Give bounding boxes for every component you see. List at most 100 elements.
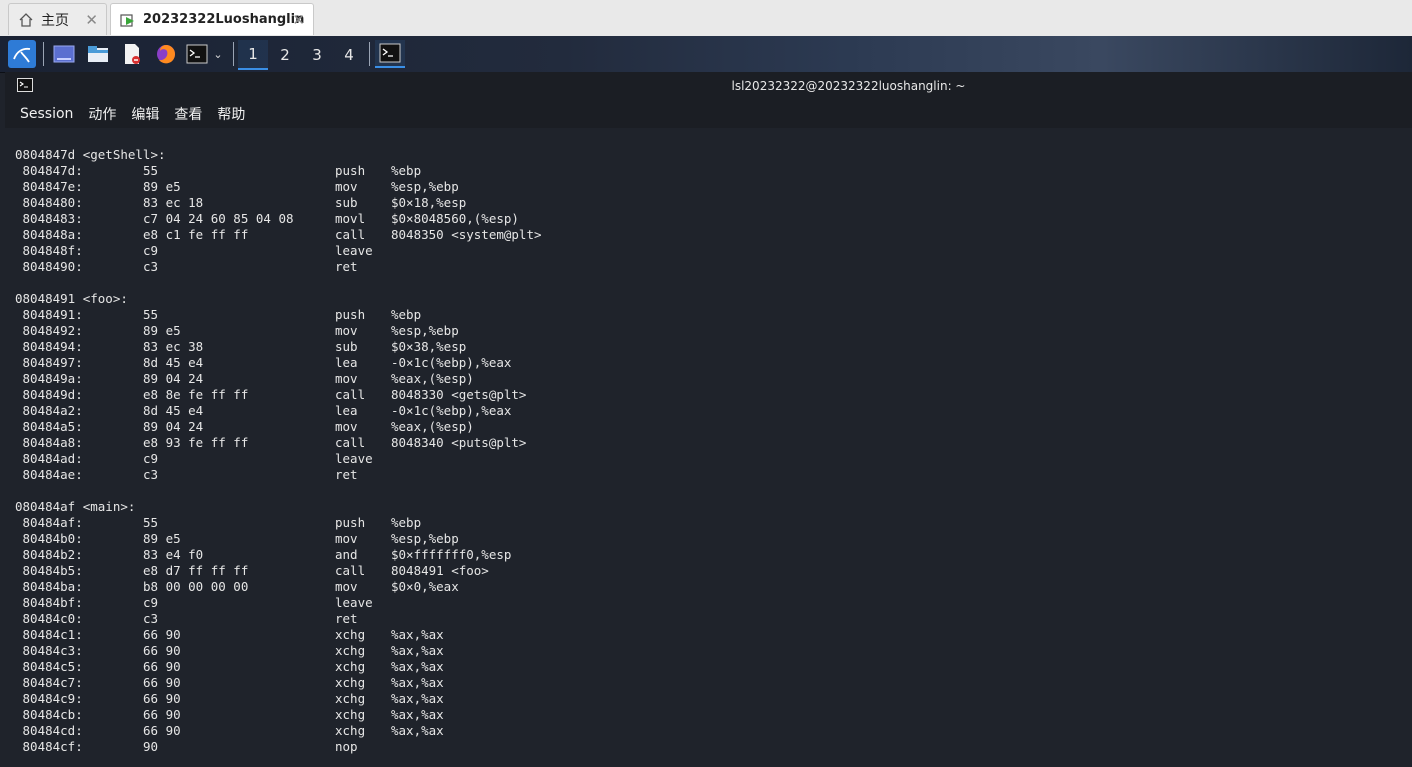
mnemonic: xchg [335, 659, 366, 674]
asm-line: 804847e: 89 e5 mov %esp,%ebp [15, 179, 542, 195]
show-desktop-icon[interactable] [52, 40, 76, 68]
workspace-3[interactable]: 3 [302, 40, 332, 70]
opcode-bytes: 55 [143, 163, 159, 178]
operands: %ebp [391, 307, 422, 322]
kali-menu-icon[interactable] [8, 40, 36, 68]
opcode-bytes: 66 90 [143, 627, 181, 642]
file-manager-icon[interactable] [86, 40, 110, 68]
window-title: lsl20232322@20232322luoshanglin: ~ [731, 79, 966, 93]
opcode-bytes: 89 04 24 [143, 371, 204, 386]
menu-view[interactable]: 查看 [174, 104, 202, 124]
mnemonic: leave [335, 451, 373, 466]
asm-line: 80484c9: 66 90 xchg %ax,%ax [15, 691, 542, 707]
address: 80484ba: [15, 579, 83, 594]
operands: %esp,%ebp [391, 323, 459, 338]
mnemonic: lea [335, 355, 358, 370]
menu-help[interactable]: 帮助 [217, 104, 245, 124]
opcode-bytes: c9 [143, 595, 159, 610]
operands: $0×18,%esp [391, 195, 467, 210]
opcode-bytes: 55 [143, 307, 159, 322]
asm-line: 804849d: e8 8e fe ff ff call 8048330 <gets@… [15, 387, 542, 403]
address: 80484b2: [15, 547, 83, 562]
operands: 8048491 <foo> [391, 563, 489, 578]
asm-line: 80484cd: 66 90 xchg %ax,%ax [15, 723, 542, 739]
text-editor-icon[interactable] [120, 40, 144, 68]
firefox-icon[interactable] [154, 40, 178, 68]
opcode-bytes: 89 04 24 [143, 419, 204, 434]
operands: %ax,%ax [391, 627, 444, 642]
opcode-bytes: 66 90 [143, 691, 181, 706]
opcode-bytes: e8 8e fe ff ff [143, 387, 249, 402]
menu-edit[interactable]: 编辑 [131, 104, 159, 124]
close-icon[interactable]: ✕ [292, 11, 305, 29]
address: 80484c0: [15, 611, 83, 626]
workspace-4[interactable]: 4 [334, 40, 364, 70]
operands: %ax,%ax [391, 707, 444, 722]
address: 804849a: [15, 371, 83, 386]
workspace-1[interactable]: 1 [238, 40, 268, 70]
menu-session[interactable]: Session [20, 106, 73, 122]
operands: %eax,(%esp) [391, 371, 474, 386]
desktop-panel: ⌄ 1 2 3 4 [0, 36, 1412, 73]
opcode-bytes: e8 c1 fe ff ff [143, 227, 249, 242]
mnemonic: ret [335, 259, 358, 274]
opcode-bytes: c3 [143, 467, 159, 482]
operands: %esp,%ebp [391, 531, 459, 546]
address: 80484c7: [15, 675, 83, 690]
address: 80484b5: [15, 563, 83, 578]
address: 8048490: [15, 259, 83, 274]
terminal-body[interactable]: 0804847d <getShell>: 804847d: 55 push %ebp … [5, 128, 1412, 767]
address: 804847d: [15, 163, 83, 178]
tab-home-label: 主页 [41, 12, 69, 29]
vm-icon [119, 11, 137, 29]
mnemonic: sub [335, 339, 358, 354]
asm-line: 80484cb: 66 90 xchg %ax,%ax [15, 707, 542, 723]
asm-line: 80484b0: 89 e5 mov %esp,%ebp [15, 531, 542, 547]
menu-actions[interactable]: 动作 [88, 104, 116, 124]
panel-separator [233, 42, 234, 66]
asm-line: 8048483: c7 04 24 60 85 04 08 movl $0×80485… [15, 211, 542, 227]
opcode-bytes: 8d 45 e4 [143, 403, 204, 418]
asm-line: 804847d: 55 push %ebp [15, 163, 542, 179]
asm-line: 80484c3: 66 90 xchg %ax,%ax [15, 643, 542, 659]
chevron-down-icon[interactable]: ⌄ [210, 40, 226, 68]
asm-line: 80484b5: e8 d7 ff ff ff call 8048491 <foo> [15, 563, 542, 579]
taskbar-terminal-window[interactable] [375, 40, 405, 68]
mnemonic: leave [335, 243, 373, 258]
mnemonic: push [335, 307, 366, 322]
address: 8048491: [15, 307, 83, 322]
mnemonic: nop [335, 739, 358, 754]
window-titlebar[interactable]: lsl20232322@20232322luoshanglin: ~ [5, 72, 1412, 100]
terminal-launcher-icon[interactable] [186, 40, 208, 68]
operands: %ax,%ax [391, 691, 444, 706]
asm-line: 8048494: 83 ec 38 sub $0×38,%esp [15, 339, 542, 355]
operands: %ebp [391, 515, 422, 530]
close-icon[interactable]: ✕ [85, 11, 98, 29]
operands: $0×38,%esp [391, 339, 467, 354]
opcode-bytes: 8d 45 e4 [143, 355, 204, 370]
opcode-bytes: b8 00 00 00 00 [143, 579, 249, 594]
operands: %ax,%ax [391, 723, 444, 738]
opcode-bytes: 66 90 [143, 707, 181, 722]
opcode-bytes: 55 [143, 515, 159, 530]
menu-bar: Session 动作 编辑 查看 帮助 [5, 100, 1412, 128]
address: 804848f: [15, 243, 83, 258]
operands: %ax,%ax [391, 659, 444, 674]
asm-line: 80484a2: 8d 45 e4 lea -0×1c(%ebp),%eax [15, 403, 542, 419]
tab-vm[interactable]: 20232322Luoshanglin ✕ [110, 3, 314, 35]
asm-line: 80484c5: 66 90 xchg %ax,%ax [15, 659, 542, 675]
asm-line: 8048490: c3 ret [15, 259, 542, 275]
asm-line: 80484c0: c3 ret [15, 611, 542, 627]
opcode-bytes: 66 90 [143, 659, 181, 674]
function-label: 080484af <main>: [15, 499, 136, 514]
mnemonic: ret [335, 611, 358, 626]
asm-line: 80484c1: 66 90 xchg %ax,%ax [15, 627, 542, 643]
address: 80484b0: [15, 531, 83, 546]
workspace-2[interactable]: 2 [270, 40, 300, 70]
mnemonic: mov [335, 579, 358, 594]
tab-home[interactable]: 主页 ✕ [8, 3, 107, 35]
tab-strip: 主页 ✕ 20232322Luoshanglin ✕ [0, 0, 1412, 37]
address: 80484a2: [15, 403, 83, 418]
opcode-bytes: 89 e5 [143, 179, 181, 194]
address: 80484c1: [15, 627, 83, 642]
